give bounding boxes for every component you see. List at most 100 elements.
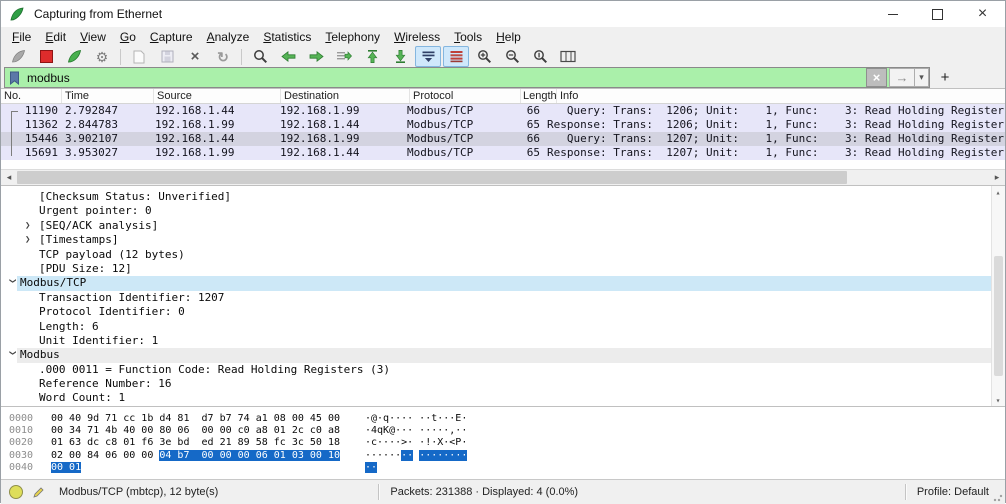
menu-telephony[interactable]: Telephony <box>318 28 387 46</box>
hex-row[interactable]: 0030 02 00 84 06 00 00 04 b7 00 00 00 06… <box>1 450 1005 462</box>
detail-row[interactable]: Length: 6 <box>1 320 1005 334</box>
menu-tools[interactable]: Tools <box>447 28 489 46</box>
resize-grip[interactable] <box>993 492 1003 502</box>
cell-time: 2.792847 <box>63 104 153 118</box>
packet-row[interactable]: 11362 2.844783 192.168.1.99 192.168.1.44… <box>1 118 1005 132</box>
ascii-selected: ·· <box>365 462 377 473</box>
detail-row[interactable]: [Checksum Status: Unverified] <box>1 190 1005 204</box>
go-first-packet-icon[interactable] <box>359 46 385 67</box>
display-filter-input[interactable]: modbus × → ▾ <box>4 67 930 88</box>
menu-view[interactable]: View <box>73 28 113 46</box>
col-no[interactable]: No. <box>1 89 62 103</box>
hex-row[interactable]: 0010 00 34 71 4b 40 00 80 06 00 00 c0 a8… <box>1 425 1005 437</box>
detail-row[interactable]: Reference Number: 16 <box>1 377 1005 391</box>
menu-file[interactable]: File <box>5 28 38 46</box>
reload-file-icon[interactable]: ↻ <box>210 46 236 67</box>
menu-capture[interactable]: Capture <box>143 28 200 46</box>
go-last-packet-icon[interactable] <box>387 46 413 67</box>
detail-text: Transaction Identifier: 1207 <box>39 291 224 305</box>
menu-statistics[interactable]: Statistics <box>256 28 318 46</box>
scroll-left-arrow-icon[interactable]: ◂ <box>1 170 17 185</box>
packet-row[interactable]: 15691 3.953027 192.168.1.99 192.168.1.44… <box>1 146 1005 160</box>
go-forward-icon[interactable] <box>303 46 329 67</box>
expander-expanded-icon[interactable]: ❯ <box>5 351 19 361</box>
menu-edit[interactable]: Edit <box>38 28 73 46</box>
detail-row[interactable]: ❯[Timestamps] <box>1 233 1005 247</box>
expander-expanded-icon[interactable]: ❯ <box>5 279 19 289</box>
menu-go[interactable]: Go <box>113 28 143 46</box>
col-time[interactable]: Time <box>62 89 154 103</box>
toolbar-separator <box>120 49 121 65</box>
expander-collapsed-icon[interactable]: ❯ <box>25 219 35 233</box>
capture-options-icon[interactable]: ⚙ <box>89 46 115 67</box>
hex-row[interactable]: 0020 01 63 dc c8 01 f6 3e bd ed 21 89 58… <box>1 437 1005 449</box>
resize-columns-icon[interactable] <box>555 46 581 67</box>
detail-row[interactable]: Unit Identifier: 1 <box>1 334 1005 348</box>
col-length[interactable]: Length <box>521 89 557 103</box>
cell-source: 192.168.1.99 <box>153 118 278 132</box>
packet-row-selected[interactable]: 15446 3.902107 192.168.1.44 192.168.1.99… <box>1 132 1005 146</box>
horizontal-scrollbar[interactable]: ◂ ▸ <box>1 169 1005 185</box>
find-packet-icon[interactable] <box>247 46 273 67</box>
menu-analyze[interactable]: Analyze <box>200 28 257 46</box>
auto-scroll-toggle-icon[interactable] <box>415 46 441 67</box>
open-file-icon[interactable] <box>126 46 152 67</box>
stop-capture-icon[interactable] <box>33 46 59 67</box>
detail-row[interactable]: Urgent pointer: 0 <box>1 204 1005 218</box>
col-protocol[interactable]: Protocol <box>410 89 521 103</box>
detail-text: Reference Number: 16 <box>39 377 171 391</box>
menu-wireless[interactable]: Wireless <box>387 28 447 46</box>
detail-row[interactable]: TCP payload (12 bytes) <box>1 248 1005 262</box>
hex-row[interactable]: 0040 00 01 ·· <box>1 462 1005 474</box>
expert-info-icon[interactable] <box>9 485 23 499</box>
minimize-button[interactable] <box>870 1 915 27</box>
status-profile[interactable]: Profile: Default <box>917 486 989 498</box>
close-button[interactable]: × <box>960 1 1005 27</box>
zoom-100-icon[interactable] <box>527 46 553 67</box>
col-info[interactable]: Info <box>557 89 1005 103</box>
scrollbar-thumb[interactable] <box>994 256 1003 376</box>
start-capture-icon[interactable] <box>5 46 31 67</box>
vertical-scrollbar[interactable]: ▴ ▾ <box>991 186 1005 406</box>
cell-time: 2.844783 <box>63 118 153 132</box>
menu-help[interactable]: Help <box>489 28 528 46</box>
capture-comment-pencil-icon[interactable] <box>32 486 45 499</box>
scroll-up-arrow-icon[interactable]: ▴ <box>992 186 1004 198</box>
save-file-icon[interactable] <box>154 46 180 67</box>
filter-bookmark-icon[interactable] <box>9 71 20 85</box>
expander-collapsed-icon[interactable]: ❯ <box>25 233 35 247</box>
maximize-button[interactable] <box>915 1 960 27</box>
filter-apply-button[interactable]: → <box>889 68 915 87</box>
colorize-toggle-icon[interactable] <box>443 46 469 67</box>
detail-row[interactable]: Transaction Identifier: 1207 <box>1 291 1005 305</box>
detail-row[interactable]: Protocol Identifier: 0 <box>1 305 1005 319</box>
scroll-down-arrow-icon[interactable]: ▾ <box>992 394 1004 406</box>
detail-row-modbus-tcp-selected[interactable]: ❯Modbus/TCP <box>1 276 1005 290</box>
hex-row[interactable]: 0000 00 40 9d 71 cc 1b d4 81 d7 b7 74 a1… <box>1 413 1005 425</box>
filter-dropdown-caret[interactable]: ▾ <box>915 68 929 87</box>
cell-length: 65 <box>514 146 540 160</box>
col-source[interactable]: Source <box>154 89 281 103</box>
filter-add-button[interactable]: + <box>936 69 954 86</box>
zoom-out-icon[interactable] <box>499 46 525 67</box>
filter-clear-button[interactable]: × <box>866 68 887 87</box>
status-separator <box>378 484 380 500</box>
detail-row[interactable]: .000 0011 = Function Code: Read Holding … <box>1 363 1005 377</box>
scrollbar-thumb[interactable] <box>17 171 847 184</box>
detail-row-modbus[interactable]: ❯Modbus <box>1 348 1005 362</box>
chevron-down-icon: ▾ <box>919 72 924 83</box>
packet-row[interactable]: 11190 2.792847 192.168.1.44 192.168.1.99… <box>1 104 1005 118</box>
close-icon: × <box>978 6 987 22</box>
restart-capture-icon[interactable] <box>61 46 87 67</box>
detail-row[interactable]: [PDU Size: 12] <box>1 262 1005 276</box>
scroll-right-arrow-icon[interactable]: ▸ <box>989 170 1005 185</box>
detail-row[interactable]: Word Count: 1 <box>1 391 1005 405</box>
cell-time: 3.902107 <box>63 132 153 146</box>
cell-protocol: Modbus/TCP <box>405 118 514 132</box>
close-file-icon[interactable]: × <box>182 46 208 67</box>
col-destination[interactable]: Destination <box>281 89 410 103</box>
go-to-packet-icon[interactable] <box>331 46 357 67</box>
go-back-icon[interactable] <box>275 46 301 67</box>
detail-row[interactable]: ❯[SEQ/ACK analysis] <box>1 219 1005 233</box>
zoom-in-icon[interactable] <box>471 46 497 67</box>
